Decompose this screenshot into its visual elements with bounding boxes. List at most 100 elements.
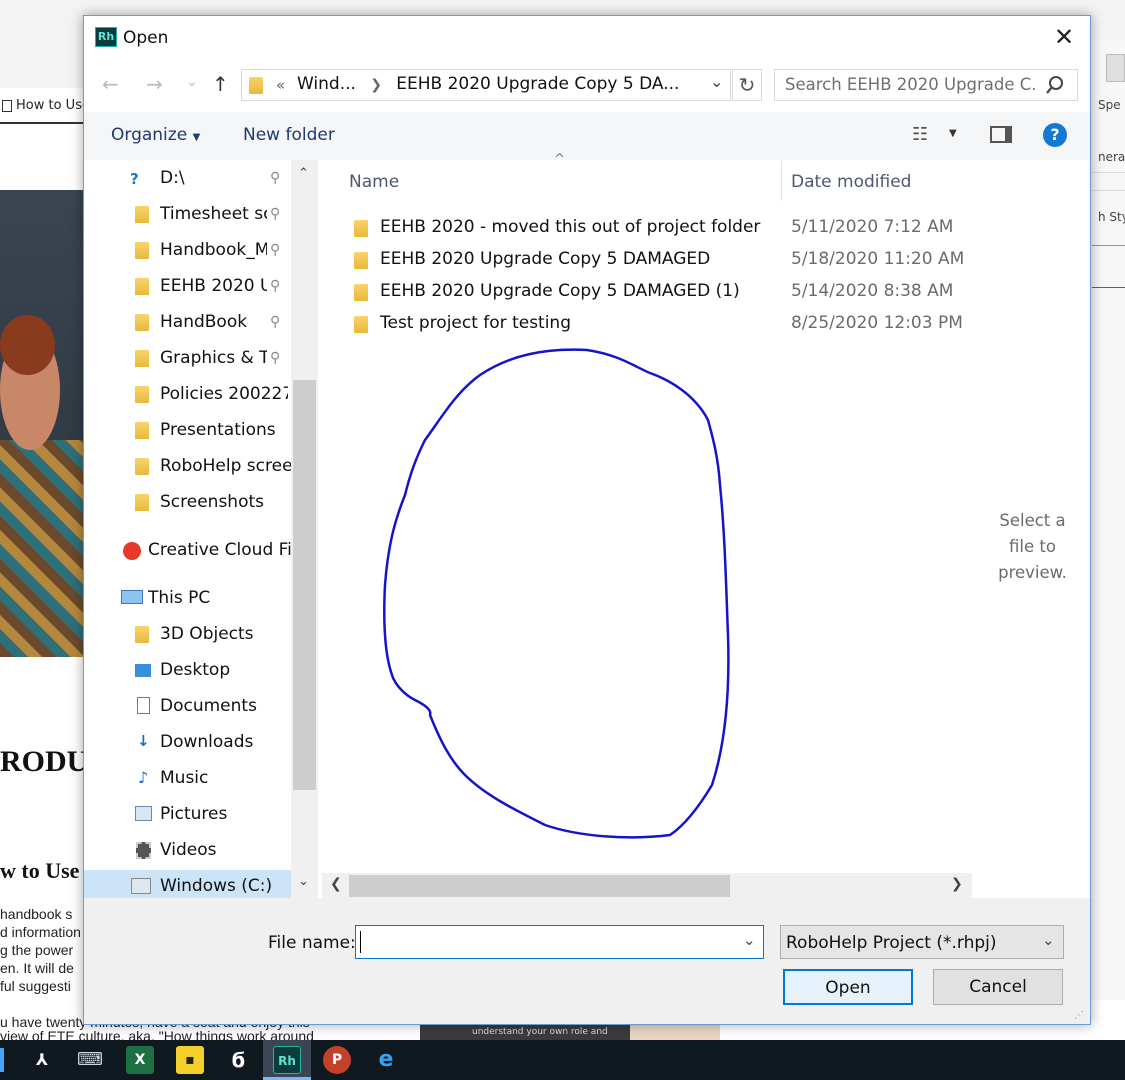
scroll-right-chevron-icon[interactable]: ❯ xyxy=(951,876,963,892)
close-button[interactable]: ✕ xyxy=(1046,22,1082,54)
file-row[interactable]: EEHB 2020 Upgrade Copy 5 DAMAGED 5/18/20… xyxy=(350,245,972,277)
robohelp-app-icon: Rh xyxy=(95,27,117,47)
background-tool-button[interactable] xyxy=(1106,54,1125,82)
search-icon[interactable] xyxy=(1045,75,1065,95)
background-tab-label: How to Use xyxy=(16,98,90,113)
nav-item-robohelp-screen[interactable]: RoboHelp screen xyxy=(160,456,291,476)
search-input[interactable]: Search EEHB 2020 Upgrade C... xyxy=(785,75,1035,94)
back-arrow-icon[interactable]: ← xyxy=(102,72,119,96)
organize-button[interactable]: Organize ▼ xyxy=(111,125,200,145)
file-row[interactable]: EEHB 2020 - moved this out of project fo… xyxy=(350,213,972,245)
nav-item-policies[interactable]: Policies 200227 xyxy=(160,384,288,404)
app-icon[interactable]: ϭ xyxy=(224,1046,252,1074)
scroll-left-chevron-icon[interactable]: ❮ xyxy=(330,876,342,892)
preview-placeholder-text: Select a file to preview. xyxy=(998,511,1067,582)
preview-pane-icon[interactable] xyxy=(990,126,1012,143)
file-row[interactable]: Test project for testing 8/25/2020 12:03… xyxy=(350,309,972,341)
file-date: 5/11/2020 7:12 AM xyxy=(791,217,954,237)
open-button[interactable]: Open xyxy=(783,969,913,1005)
background-subheading: w to Use xyxy=(0,858,80,883)
this-pc-icon xyxy=(121,590,143,604)
overflow-chevron-icon[interactable]: « xyxy=(276,76,285,94)
horizontal-scrollbar-thumb[interactable] xyxy=(349,875,730,897)
nav-item-3d-objects[interactable]: 3D Objects xyxy=(160,624,288,644)
windows-drive-icon xyxy=(131,878,151,894)
nav-item-music[interactable]: Music xyxy=(160,768,288,788)
column-header-name[interactable]: Name xyxy=(349,172,399,192)
column-header-date-modified[interactable]: Date modified xyxy=(791,172,911,192)
folder-icon xyxy=(135,494,149,511)
help-icon[interactable]: ? xyxy=(1043,123,1067,147)
cancel-button[interactable]: Cancel xyxy=(933,969,1063,1005)
resize-grip-icon[interactable]: ⋰ xyxy=(1074,1010,1084,1021)
pin-icon[interactable]: ⚲ xyxy=(270,170,280,186)
acrobat-icon[interactable]: ⅄ xyxy=(28,1046,56,1074)
background-photo-scarf xyxy=(0,440,84,657)
scroll-up-chevron-icon[interactable]: ⌃ xyxy=(298,166,309,181)
file-type-chevron-icon[interactable]: ⌄ xyxy=(1042,931,1055,949)
column-divider[interactable] xyxy=(781,161,782,201)
nav-item-handbook[interactable]: HandBook xyxy=(160,312,267,332)
background-right-label: Spe xyxy=(1098,98,1121,112)
nav-item-documents[interactable]: Documents xyxy=(160,696,288,716)
nav-item-presentations[interactable]: Presentations xyxy=(160,420,288,440)
pin-icon[interactable]: ⚲ xyxy=(270,278,280,294)
forward-arrow-icon[interactable]: → xyxy=(146,72,163,96)
folder-icon xyxy=(354,220,368,237)
internet-explorer-icon[interactable]: e xyxy=(372,1046,400,1074)
nav-item-pictures[interactable]: Pictures xyxy=(160,804,288,824)
command-bar xyxy=(84,112,1090,160)
music-icon: ♪ xyxy=(138,768,149,787)
address-dropdown-chevron-icon[interactable]: ⌄ xyxy=(710,72,723,91)
drive-d-icon: ? xyxy=(130,170,139,188)
folder-icon xyxy=(135,206,149,223)
nav-item-videos[interactable]: Videos xyxy=(160,840,288,860)
nav-item-windows-c[interactable]: Windows (C:) xyxy=(160,876,288,896)
up-arrow-icon[interactable]: ↑ xyxy=(212,72,229,96)
nav-item-desktop[interactable]: Desktop xyxy=(160,660,288,680)
breadcrumb-item[interactable]: Wind... xyxy=(297,74,356,94)
breadcrumb-separator-icon: ❯ xyxy=(361,77,391,93)
refresh-icon[interactable]: ↻ xyxy=(732,69,762,101)
file-name-label: File name: xyxy=(268,933,356,953)
pin-icon[interactable]: ⚲ xyxy=(270,314,280,330)
pin-icon[interactable]: ⚲ xyxy=(270,350,280,366)
file-row[interactable]: EEHB 2020 Upgrade Copy 5 DAMAGED (1) 5/1… xyxy=(350,277,972,309)
nav-item-creative-cloud[interactable]: Creative Cloud Files xyxy=(148,540,291,560)
file-name-input[interactable] xyxy=(355,925,764,959)
nav-item-graphics[interactable]: Graphics & Te xyxy=(160,348,267,368)
nav-pane-scrollbar-thumb[interactable] xyxy=(293,380,316,790)
taskbar-edge-icon[interactable] xyxy=(0,1048,4,1072)
breadcrumb-item[interactable]: EEHB 2020 Upgrade Copy 5 DA... xyxy=(396,74,679,94)
nav-item-screenshots[interactable]: Screenshots xyxy=(160,492,288,512)
scroll-down-chevron-icon[interactable]: ⌄ xyxy=(298,874,309,889)
view-options-icon[interactable]: ☷ xyxy=(912,124,928,145)
text-caret xyxy=(360,931,361,953)
view-dropdown-icon[interactable]: ▼ xyxy=(949,128,957,139)
robohelp-icon[interactable]: Rh xyxy=(273,1046,301,1074)
new-folder-button[interactable]: New folder xyxy=(243,125,335,145)
nav-item-timesheet[interactable]: Timesheet scr xyxy=(160,204,267,224)
dialog-footer xyxy=(84,898,1090,1024)
nav-item-handbook-m[interactable]: Handbook_M xyxy=(160,240,267,260)
file-name-dropdown-chevron-icon[interactable]: ⌄ xyxy=(743,931,756,949)
sticky-notes-icon[interactable]: ▪ xyxy=(176,1046,204,1074)
excel-icon[interactable]: X xyxy=(126,1046,154,1074)
nav-item-downloads[interactable]: Downloads xyxy=(160,732,288,752)
keyboard-icon[interactable]: ⌨ xyxy=(76,1046,104,1074)
pin-icon[interactable]: ⚲ xyxy=(270,206,280,222)
creative-cloud-icon xyxy=(123,542,141,560)
background-heading: RODU xyxy=(0,745,84,778)
recent-locations-chevron-icon[interactable]: ⌄ xyxy=(186,74,198,90)
folder-icon xyxy=(354,284,368,301)
folder-icon xyxy=(354,252,368,269)
background-divider xyxy=(1092,287,1125,288)
background-divider xyxy=(1092,172,1125,173)
background-body-line: g the power xyxy=(0,942,74,958)
nav-item-this-pc[interactable]: This PC xyxy=(148,588,288,608)
powerpoint-icon[interactable]: P xyxy=(323,1046,351,1074)
nav-item-eehb-2020[interactable]: EEHB 2020 Up xyxy=(160,276,267,296)
pin-icon[interactable]: ⚲ xyxy=(270,242,280,258)
documents-icon xyxy=(137,697,150,714)
nav-item-drive-d[interactable]: D:\ xyxy=(160,168,270,188)
